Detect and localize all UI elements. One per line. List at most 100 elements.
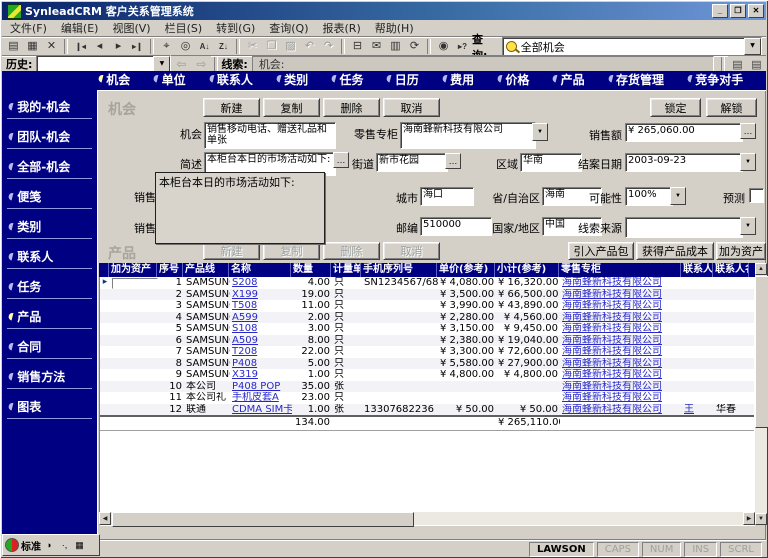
cancel-button[interactable]: 取消 — [383, 98, 440, 117]
close-button[interactable]: ✕ — [748, 4, 764, 18]
redo-icon[interactable]: ↷ — [319, 38, 338, 55]
cell-last_name[interactable]: 王 — [682, 404, 714, 416]
menu-item-edit[interactable]: 编辑(E) — [55, 19, 105, 37]
first-record-icon[interactable]: ❙◂ — [71, 38, 90, 55]
lead-source-input[interactable] — [625, 217, 743, 238]
edit-record-icon[interactable]: ▦ — [23, 38, 42, 55]
cell-counter[interactable]: 海南蜂新科技有限公司 — [560, 346, 682, 358]
vertical-scrollbar[interactable]: ▲ ▼ — [755, 263, 767, 525]
column-header-serial[interactable]: 手机序列号 — [361, 263, 437, 277]
sidebar-item-contact[interactable]: ◖联系人 — [7, 246, 92, 269]
cell-name[interactable]: X199 — [230, 289, 292, 301]
tab-opportunity[interactable]: ◖机会 — [96, 71, 132, 91]
column-header-asset[interactable]: 加为资产 — [109, 263, 157, 277]
column-header-qty[interactable]: 数量 — [291, 263, 331, 277]
import-product-package-button[interactable]: 引入产品包 — [568, 242, 634, 260]
scroll-right-icon[interactable]: ▶ — [743, 512, 755, 525]
cell-name[interactable]: P408 — [230, 358, 292, 370]
table-row[interactable]: 3SAMSUNGT50811.00只¥ 3,990.00¥ 43,890.00海… — [100, 300, 754, 312]
query-combobox[interactable]: 全部机会 ▼ — [502, 37, 762, 56]
sidebar-item-task[interactable]: ◖任务 — [7, 276, 92, 299]
table-row[interactable]: 10本公司P408 POP35.00张海南蜂新科技有限公司 — [100, 381, 754, 393]
ime-halfwidth-moon-icon[interactable]: ◗ — [43, 538, 56, 552]
copy-icon[interactable]: ❐ — [262, 38, 281, 55]
tab-contact[interactable]: ◖联系人 — [207, 71, 255, 91]
tab-category[interactable]: ◖类别 — [274, 71, 310, 91]
column-header-subtotal[interactable]: 小计(参考) — [495, 263, 559, 277]
menu-item-columns[interactable]: 栏目(S) — [159, 19, 209, 37]
menu-item-help[interactable]: 帮助(H) — [369, 19, 420, 37]
cell-name[interactable]: P408 POP — [230, 381, 292, 393]
tab-price[interactable]: ◖价格 — [495, 71, 531, 91]
cell-name[interactable]: 手机皮套A — [230, 392, 292, 404]
sales-amount-input[interactable]: ¥ 265,060.00 — [625, 123, 743, 142]
table-row[interactable]: 12联通CDMA SIM卡1.00张13307682236¥ 50.00¥ 50… — [100, 404, 754, 416]
scroll-down-icon[interactable]: ▼ — [755, 513, 767, 525]
column-header-first_name[interactable]: 联系人名 — [713, 263, 749, 277]
street-ellipsis-button[interactable]: … — [445, 153, 461, 169]
sidebar-item-notes[interactable]: ◖便笺 — [7, 186, 92, 209]
column-header-name[interactable]: 名称 — [229, 263, 291, 277]
sidebar-item-category[interactable]: ◖类别 — [7, 216, 92, 239]
sidebar-item-product[interactable]: ◖产品 — [7, 306, 92, 329]
paste-icon[interactable]: ▨ — [281, 38, 300, 55]
menu-item-goto[interactable]: 转到(G) — [210, 19, 261, 37]
column-header-price[interactable]: 单价(参考) — [437, 263, 495, 277]
cell-counter[interactable]: 海南蜂新科技有限公司 — [560, 312, 682, 324]
cell-counter[interactable]: 海南蜂新科技有限公司 — [560, 323, 682, 335]
prev-record-icon[interactable]: ◂ — [90, 38, 109, 55]
cell-name[interactable]: S208 — [230, 277, 292, 289]
table-row[interactable]: 11本公司礼手机皮套A23.00只海南蜂新科技有限公司 — [100, 392, 754, 404]
tab-product[interactable]: ◖产品 — [550, 71, 586, 91]
horizontal-scroll-thumb[interactable] — [112, 512, 414, 527]
export-icon[interactable]: ✉ — [367, 38, 386, 55]
print-icon[interactable]: ⊟ — [348, 38, 367, 55]
close-date-dropdown-icon[interactable]: ▼ — [740, 153, 756, 171]
table-row[interactable]: 4SAMSUNGA5992.00只¥ 2,280.00¥ 4,560.00海南蜂… — [100, 312, 754, 324]
tab-inventory[interactable]: ◖存货管理 — [606, 71, 666, 91]
tab-expense[interactable]: ◖费用 — [440, 71, 476, 91]
restore-button[interactable]: ❐ — [730, 4, 746, 18]
asset-checkbox[interactable] — [112, 278, 158, 289]
delete-record-icon[interactable]: ✕ — [42, 38, 61, 55]
cell-counter[interactable]: 海南蜂新科技有限公司 — [560, 404, 682, 416]
binoculars-icon[interactable]: ◉ — [434, 38, 453, 55]
menu-item-file[interactable]: 文件(F) — [4, 19, 53, 37]
close-date-input[interactable]: 2003-09-23 — [625, 153, 743, 172]
retail-counter-input[interactable]: 海南蜂新科技有限公司 — [400, 122, 536, 149]
sidebar-item-contract[interactable]: ◖合同 — [7, 336, 92, 359]
undo-icon[interactable]: ↶ — [300, 38, 319, 55]
table-row[interactable]: 2SAMSUNGX19919.00只¥ 3,500.00¥ 66,500.00海… — [100, 289, 754, 301]
cell-counter[interactable]: 海南蜂新科技有限公司 — [560, 289, 682, 301]
tab-calendar[interactable]: ◖日历 — [384, 71, 420, 91]
find-in-form-icon[interactable]: ◎ — [176, 38, 195, 55]
column-header-line[interactable]: 产品线 — [183, 263, 229, 277]
cut-icon[interactable]: ✂ — [243, 38, 262, 55]
table-row[interactable]: 9SAMSUNGX3191.00只¥ 4,800.00¥ 4,800.00海南蜂… — [100, 369, 754, 381]
minimize-button[interactable]: _ — [712, 4, 728, 18]
cell-counter[interactable]: 海南蜂新科技有限公司 — [560, 369, 682, 381]
new-record-icon[interactable]: ▤ — [4, 38, 23, 55]
tab-competitor[interactable]: ◖竞争对手 — [685, 71, 745, 91]
sidebar-item-team-opportunity[interactable]: ◖团队-机会 — [7, 126, 92, 149]
sort-ascending-icon[interactable]: A↓ — [195, 38, 214, 55]
menu-item-report[interactable]: 报表(R) — [317, 19, 367, 37]
menu-item-view[interactable]: 视图(V) — [106, 19, 156, 37]
column-header-unit[interactable]: 计量单位 — [331, 263, 361, 277]
cell-counter[interactable]: 海南蜂新科技有限公司 — [560, 335, 682, 347]
refresh-icon[interactable]: ⟳ — [405, 38, 424, 55]
tab-company[interactable]: ◖单位 — [151, 71, 187, 91]
cell-counter[interactable]: 海南蜂新科技有限公司 — [560, 392, 682, 404]
delete-button[interactable]: 删除 — [323, 98, 380, 117]
city-input[interactable]: 海口 — [420, 187, 474, 206]
new-button[interactable]: 新建 — [203, 98, 260, 117]
next-record-icon[interactable]: ▸ — [109, 38, 128, 55]
cell-name[interactable]: CDMA SIM卡 — [230, 404, 292, 416]
cell-name[interactable]: A599 — [230, 312, 292, 324]
ime-keyboard-icon[interactable]: ▦ — [73, 538, 86, 552]
cell-counter[interactable]: 海南蜂新科技有限公司 — [560, 277, 682, 289]
street-input[interactable]: 新市花园 — [376, 153, 448, 172]
table-row[interactable]: 5SAMSUNGS1083.00只¥ 3,150.00¥ 9,450.00海南蜂… — [100, 323, 754, 335]
product-cancel-button[interactable]: 取消 — [383, 242, 440, 260]
cell-name[interactable]: T208 — [230, 346, 292, 358]
